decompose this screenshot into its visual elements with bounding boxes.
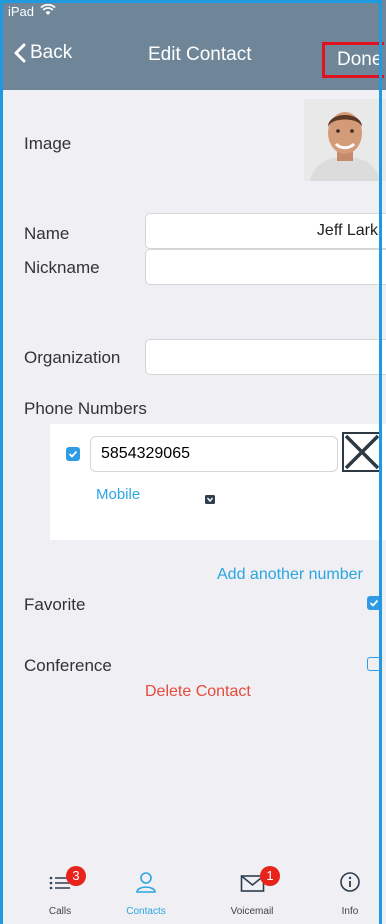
checkmark-icon: [369, 599, 379, 607]
phone-entry: Mobile: [50, 424, 386, 540]
chevron-down-icon[interactable]: [205, 491, 215, 509]
name-label: Name: [24, 224, 70, 243]
chevron-left-icon: [14, 43, 26, 63]
tab-info[interactable]: Info: [320, 864, 380, 924]
phone-type-selector[interactable]: Mobile: [96, 486, 140, 503]
back-label: Back: [30, 42, 73, 63]
phone-numbers-label: Phone Numbers: [24, 399, 147, 418]
tab-bar: 3 Calls Contacts 1 Voicemail Info: [0, 864, 386, 924]
tab-calls-label: Calls: [48, 906, 72, 917]
organization-input[interactable]: [146, 340, 386, 374]
close-icon: [342, 432, 382, 472]
checkmark-icon: [68, 450, 78, 458]
conference-checkbox[interactable]: [367, 657, 381, 671]
tab-voicemail[interactable]: 1 Voicemail: [222, 864, 282, 924]
name-field-box: [145, 213, 386, 249]
info-icon: [338, 870, 362, 899]
image-label: Image: [24, 134, 72, 153]
status-bar: iPad: [0, 0, 386, 22]
tab-info-label: Info: [341, 906, 359, 917]
carrier-label: iPad: [8, 4, 35, 19]
delete-contact-button[interactable]: Delete Contact: [145, 683, 251, 701]
name-input[interactable]: [146, 214, 386, 248]
organization-label: Organization: [24, 348, 121, 367]
nickname-field-box: [145, 249, 386, 285]
back-button[interactable]: Back: [14, 42, 72, 64]
person-icon: [134, 870, 158, 899]
organization-field-box: [145, 339, 386, 375]
tab-contacts[interactable]: Contacts: [116, 864, 176, 924]
nickname-input[interactable]: [146, 250, 386, 284]
favorite-label: Favorite: [24, 595, 86, 614]
tab-calls[interactable]: 3 Calls: [30, 864, 90, 924]
voicemail-badge: 1: [260, 866, 280, 886]
tab-contacts-label: Contacts: [126, 906, 166, 917]
page-title: Edit Contact: [148, 44, 252, 65]
done-button[interactable]: Done: [322, 42, 384, 78]
navigation-bar: Back Edit Contact Done: [0, 22, 386, 90]
add-another-number-button[interactable]: Add another number: [217, 566, 363, 584]
wifi-icon: [40, 3, 56, 19]
calls-badge: 3: [66, 866, 86, 886]
phone-number-field: [90, 436, 338, 472]
tab-voicemail-label: Voicemail: [230, 906, 274, 917]
nickname-label: Nickname: [24, 258, 100, 277]
remove-number-button[interactable]: [342, 432, 382, 472]
conference-label: Conference: [24, 656, 112, 675]
phone-entry-checkbox[interactable]: [66, 447, 80, 461]
favorite-checkbox[interactable]: [367, 596, 381, 610]
contact-avatar[interactable]: [304, 99, 386, 181]
phone-number-input[interactable]: [91, 437, 337, 471]
